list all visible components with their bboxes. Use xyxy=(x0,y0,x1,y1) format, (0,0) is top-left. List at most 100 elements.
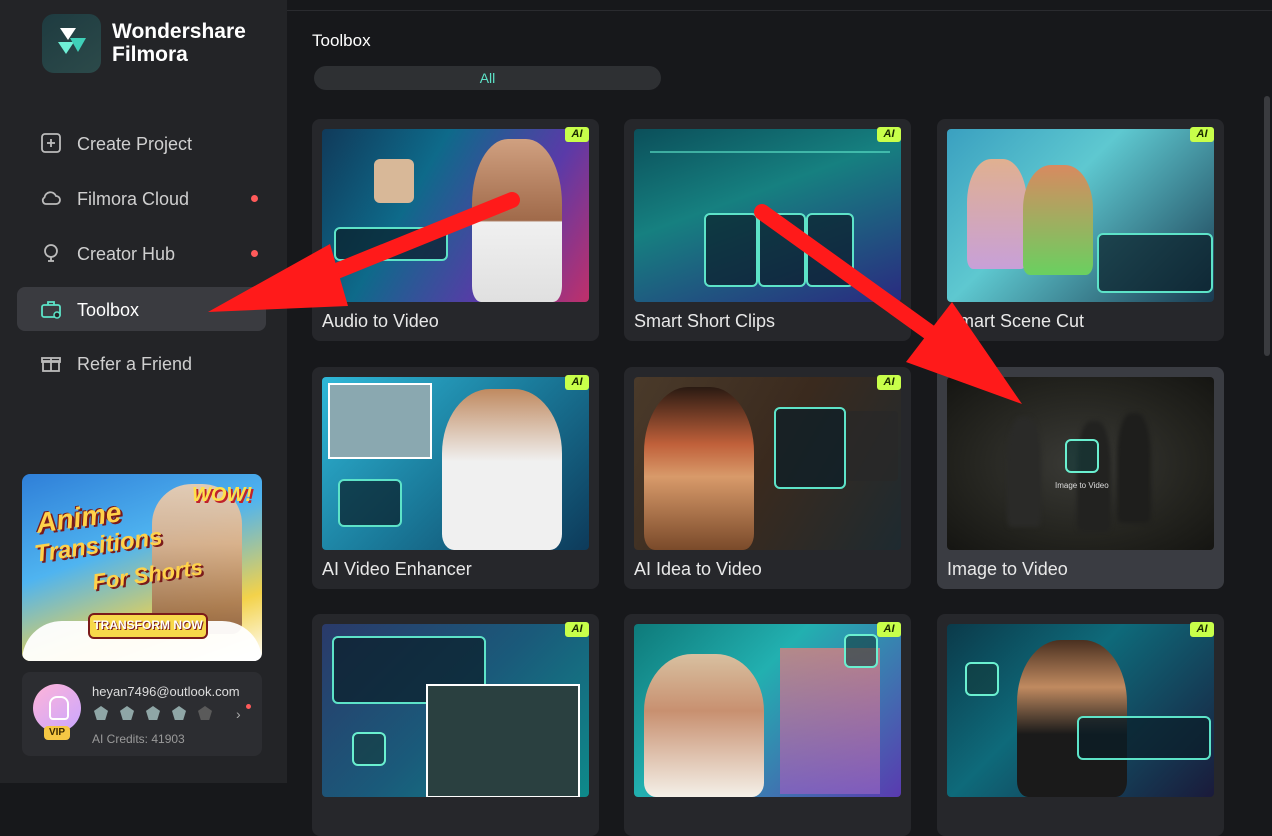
thumb-person xyxy=(1117,413,1151,523)
thumb-clip xyxy=(806,213,854,287)
avatar[interactable] xyxy=(33,684,81,732)
banner-cta-button[interactable]: TRANSFORM NOW xyxy=(88,613,208,639)
thumb-photo xyxy=(374,159,414,203)
gift-icon xyxy=(41,357,61,372)
account-email: heyan7496@outlook.com xyxy=(92,684,240,699)
card-thumbnail xyxy=(322,624,589,797)
card-thumbnail xyxy=(634,377,901,550)
sidebar: Wondershare Filmora Create Project Filmo… xyxy=(0,0,287,783)
ai-badge: AI xyxy=(565,622,589,637)
sidebar-item-creator-hub[interactable]: Creator Hub xyxy=(17,231,266,275)
tool-card-ai-idea-to-video[interactable]: AI AI Idea to Video xyxy=(624,367,911,589)
sidebar-item-toolbox[interactable]: Toolbox xyxy=(17,287,266,331)
page-title: Toolbox xyxy=(312,31,371,50)
thumb-label: Image to Video xyxy=(1055,481,1109,490)
badge-icon xyxy=(94,706,108,720)
chevron-right-icon[interactable]: › xyxy=(236,706,241,722)
badge-icon xyxy=(146,706,160,720)
thumb-panel xyxy=(1097,233,1213,293)
badge-icon xyxy=(198,706,212,720)
notification-dot xyxy=(246,704,251,709)
sidebar-item-refer-a-friend[interactable]: Refer a Friend xyxy=(17,341,266,385)
thumb-person xyxy=(967,159,1027,269)
ai-badge: AI xyxy=(877,375,901,390)
thumb-before xyxy=(328,383,432,459)
card-thumbnail xyxy=(634,129,901,302)
thumb-icon xyxy=(352,732,386,766)
sidebar-item-create-project[interactable]: Create Project xyxy=(17,121,266,165)
thumb-panel xyxy=(338,479,402,527)
scrollbar[interactable] xyxy=(1264,96,1270,356)
filmora-logo-icon xyxy=(42,14,101,73)
thumb-script-panel xyxy=(846,411,898,481)
badge-icon xyxy=(120,706,134,720)
tool-card-smart-scene-cut[interactable]: AI Smart Scene Cut xyxy=(937,119,1224,341)
sidebar-item-filmora-cloud[interactable]: Filmora Cloud xyxy=(17,176,266,220)
thumb-clip xyxy=(704,213,758,287)
thumb-icon xyxy=(844,634,878,668)
thumb-person xyxy=(644,387,754,550)
card-thumbnail xyxy=(322,377,589,550)
card-thumbnail xyxy=(634,624,901,797)
ai-badge: AI xyxy=(1190,622,1214,637)
card-title: Image to Video xyxy=(947,559,1068,579)
card-thumbnail: Image to Video xyxy=(947,377,1214,550)
card-title: Audio to Video xyxy=(322,311,439,331)
thumb-person xyxy=(442,389,562,550)
toolbox-icon xyxy=(41,301,61,319)
tool-card-ai-video-enhancer[interactable]: AI AI Video Enhancer xyxy=(312,367,599,589)
thumb-person xyxy=(1023,165,1093,275)
card-thumbnail xyxy=(322,129,589,302)
bulb-icon xyxy=(44,244,58,262)
tool-card-row3-3[interactable]: AI xyxy=(937,614,1224,836)
notification-dot xyxy=(251,250,258,257)
brand-line1: Wondershare xyxy=(112,20,246,43)
image-to-video-icon xyxy=(1065,439,1099,473)
card-thumbnail xyxy=(947,129,1214,302)
tool-card-smart-short-clips[interactable]: AI Smart Short Clips xyxy=(624,119,911,341)
sidebar-item-label: Filmora Cloud xyxy=(77,189,190,209)
card-title: Smart Scene Cut xyxy=(947,311,1085,331)
card-title: AI Idea to Video xyxy=(634,559,762,579)
badge-icon xyxy=(172,706,186,720)
ai-badge: AI xyxy=(877,127,901,142)
thumb-person xyxy=(1077,421,1111,531)
thumb-person xyxy=(644,654,764,797)
tool-card-row3-1[interactable]: AI xyxy=(312,614,599,836)
category-filter[interactable]: All xyxy=(314,66,661,90)
ai-badge: AI xyxy=(565,375,589,390)
ai-badge: AI xyxy=(565,127,589,142)
thumb-clip xyxy=(758,213,806,287)
brand-line2: Filmora xyxy=(112,43,188,66)
plus-square-icon xyxy=(41,133,61,153)
tool-card-image-to-video[interactable]: Image to Video Image to Video xyxy=(937,367,1224,589)
card-title: Smart Short Clips xyxy=(634,311,776,331)
sidebar-item-label: Creator Hub xyxy=(77,244,176,264)
sidebar-item-label: Create Project xyxy=(77,134,193,154)
tool-card-row3-2[interactable]: AI xyxy=(624,614,911,836)
thumb-timeline xyxy=(650,151,890,153)
thumb-photo xyxy=(426,684,580,797)
thumb-person xyxy=(1007,417,1041,527)
account-panel[interactable]: VIP heyan7496@outlook.com › AI Credits: … xyxy=(22,672,262,756)
ai-badge: AI xyxy=(1190,127,1214,142)
banner-wow-text: WOW! xyxy=(192,484,252,506)
achievement-badges xyxy=(94,706,212,720)
thumb-grid xyxy=(780,648,880,794)
tool-card-audio-to-video[interactable]: AI Audio to Video xyxy=(312,119,599,341)
sidebar-item-label: Refer a Friend xyxy=(77,354,193,374)
music-icon xyxy=(965,662,999,696)
vip-badge: VIP xyxy=(44,726,70,740)
filter-all-tab[interactable]: All xyxy=(314,66,661,90)
top-divider xyxy=(287,10,1272,11)
promo-banner[interactable]: Anime Transitions For Shorts WOW! TRANSF… xyxy=(22,474,262,661)
thumb-script-panel xyxy=(774,407,846,489)
thumb-panel xyxy=(334,227,448,261)
card-title: AI Video Enhancer xyxy=(322,559,472,579)
card-thumbnail xyxy=(947,624,1214,797)
sidebar-item-label: Toolbox xyxy=(77,300,140,320)
brand-name: Wondershare Filmora xyxy=(112,20,246,66)
cloud-icon xyxy=(41,191,61,205)
thumb-person xyxy=(472,139,562,302)
thumb-panel xyxy=(1077,716,1211,760)
